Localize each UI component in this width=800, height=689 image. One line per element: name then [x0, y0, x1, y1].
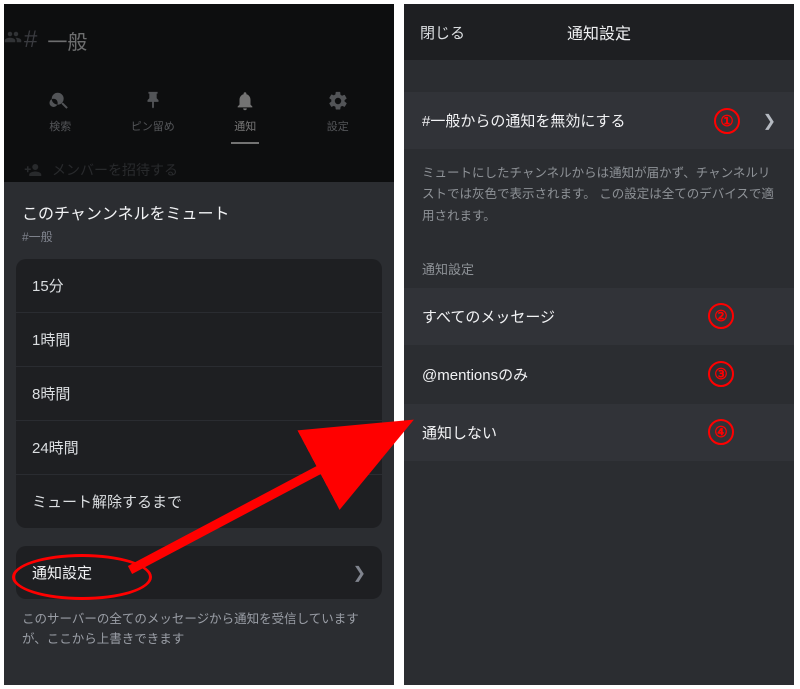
members-icon: [4, 28, 22, 51]
mute-option-15m[interactable]: 15分: [16, 259, 382, 312]
notify-option-none-label: 通知しない: [422, 422, 497, 443]
annotation-badge-4: ④: [708, 419, 734, 445]
notify-action[interactable]: 通知: [199, 90, 292, 144]
mute-option-until[interactable]: ミュート解除するまで: [16, 474, 382, 528]
section-label: 通知設定: [404, 237, 794, 288]
chevron-right-icon: ❯: [763, 111, 776, 131]
settings-description: このサーバーの全てのメッセージから通知を受信していますが、ここから上書きできます: [16, 599, 382, 649]
notification-settings-row[interactable]: 通知設定 ❯: [16, 546, 382, 599]
mute-option-1h[interactable]: 1時間: [16, 312, 382, 366]
hash-icon: #: [24, 26, 37, 54]
settings-label: 設定: [327, 118, 349, 134]
mute-channel-row[interactable]: #一般からの通知を無効にする ① ❯: [404, 92, 794, 149]
notify-option-mentions-label: @mentionsのみ: [422, 364, 528, 385]
notify-label: 通知: [234, 118, 256, 134]
search-icon: [49, 90, 71, 112]
bell-icon: [234, 90, 256, 112]
pin-icon: [142, 90, 164, 112]
mute-sheet-screen: # 一般 検索 ピン留め 通知 設定 メンバーを招待: [4, 4, 394, 685]
channel-actions-bar: 検索 ピン留め 通知 設定: [4, 76, 394, 150]
mute-channel-label: #一般からの通知を無効にする: [422, 110, 626, 131]
mute-note: ミュートにしたチャンネルからは通知が届かず、チャンネルリストでは灰色で表示されま…: [404, 149, 794, 237]
gear-icon: [327, 90, 349, 112]
notify-option-all-label: すべてのメッセージ: [422, 306, 555, 327]
sheet-title: このチャンンネルをミュート: [16, 200, 382, 224]
search-label: 検索: [49, 118, 71, 134]
invite-label: メンバーを招待する: [52, 160, 178, 180]
mute-duration-list: 15分 1時間 8時間 24時間 ミュート解除するまで: [16, 259, 382, 528]
annotation-badge-2: ②: [708, 303, 734, 329]
notify-option-all[interactable]: すべてのメッセージ ②: [404, 288, 794, 345]
channel-header: # 一般: [4, 4, 394, 76]
pin-action[interactable]: ピン留め: [107, 90, 200, 144]
notify-option-mentions[interactable]: @mentionsのみ ③: [404, 346, 794, 403]
channel-name: 一般: [47, 26, 87, 55]
person-add-icon: [24, 161, 42, 179]
mute-sheet: このチャンンネルをミュート #一般 15分 1時間 8時間 24時間 ミュート解…: [4, 182, 394, 685]
active-underline: [231, 142, 259, 144]
mute-option-8h[interactable]: 8時間: [16, 366, 382, 420]
annotation-badge-3: ③: [708, 361, 734, 387]
notify-option-none[interactable]: 通知しない ④: [404, 404, 794, 461]
notification-settings-label: 通知設定: [32, 562, 92, 583]
settings-action[interactable]: 設定: [292, 90, 385, 144]
notify-option-list: すべてのメッセージ ② @mentionsのみ ③ 通知しない ④: [404, 288, 794, 461]
notification-settings-screen: 閉じる 通知設定 #一般からの通知を無効にする ① ❯ ミュートにしたチャンネル…: [404, 4, 794, 685]
pin-label: ピン留め: [131, 118, 175, 134]
sheet-channel: #一般: [16, 224, 382, 259]
settings-header: 閉じる 通知設定: [404, 4, 794, 60]
annotation-badge-1: ①: [714, 108, 740, 134]
close-button[interactable]: 閉じる: [420, 22, 465, 43]
chevron-right-icon: ❯: [353, 563, 366, 583]
mute-option-24h[interactable]: 24時間: [16, 420, 382, 474]
search-action[interactable]: 検索: [14, 90, 107, 144]
